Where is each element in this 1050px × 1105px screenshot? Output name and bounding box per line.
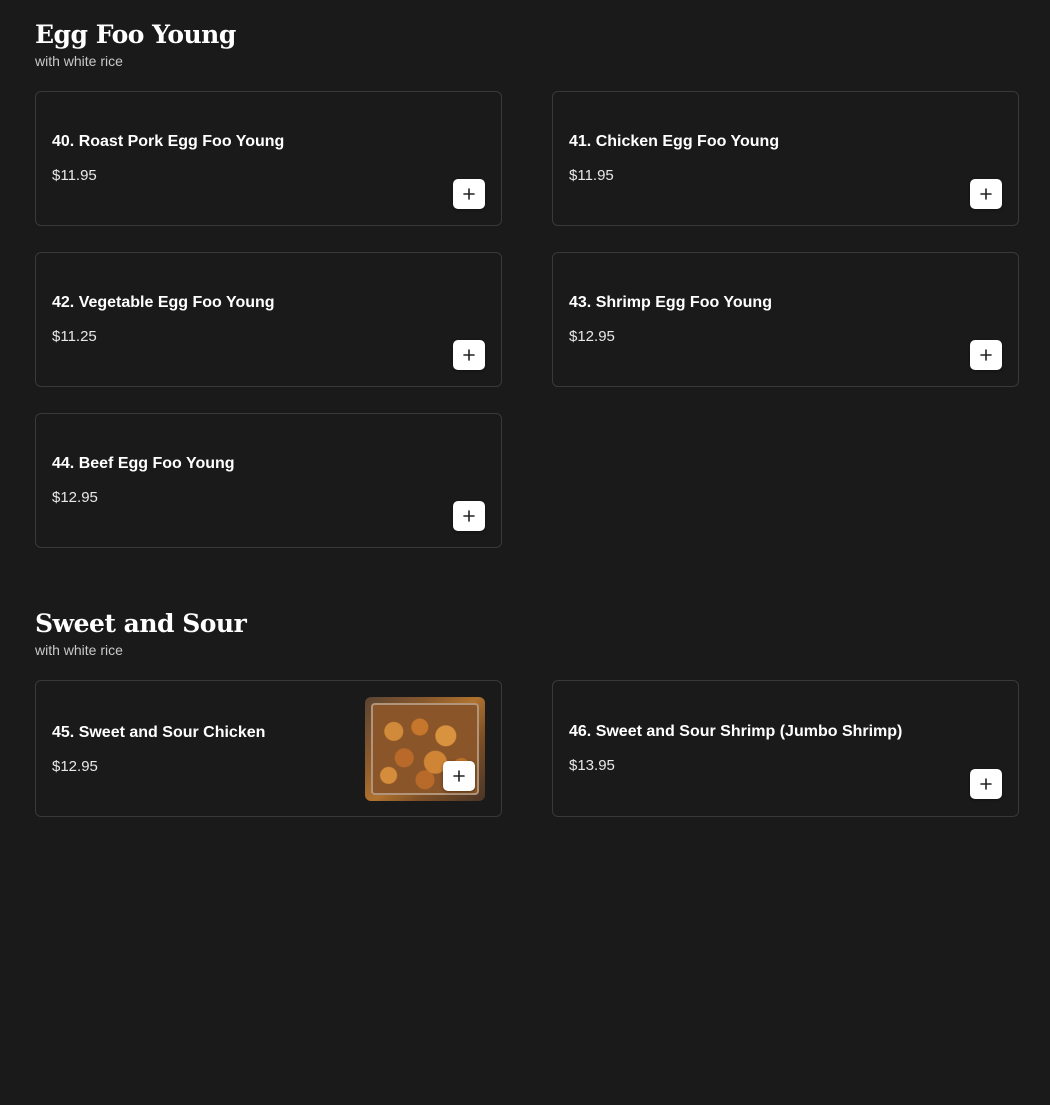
menu-item-card[interactable]: 43. Shrimp Egg Foo Young $12.95	[552, 252, 1019, 387]
menu-item-name: 40. Roast Pork Egg Foo Young	[52, 133, 285, 150]
plus-icon	[980, 778, 992, 790]
plus-icon	[453, 770, 465, 782]
section-title: Egg Foo Young	[35, 20, 236, 49]
menu-item-card[interactable]: 45. Sweet and Sour Chicken $12.95	[35, 680, 502, 817]
add-to-cart-button[interactable]	[443, 761, 475, 791]
menu-item-price: $11.95	[569, 167, 614, 184]
menu-item-price: $11.95	[52, 167, 97, 184]
plus-icon	[463, 188, 475, 200]
section-subtitle: with white rice	[35, 642, 123, 658]
menu-item-card[interactable]: 44. Beef Egg Foo Young $12.95	[35, 413, 502, 548]
menu-item-price: $13.95	[569, 757, 615, 774]
add-to-cart-button[interactable]	[453, 340, 485, 370]
menu-item-card[interactable]: 46. Sweet and Sour Shrimp (Jumbo Shrimp)…	[552, 680, 1019, 817]
add-to-cart-button[interactable]	[970, 179, 1002, 209]
menu-item-name: 41. Chicken Egg Foo Young	[569, 133, 780, 150]
menu-section-sweet-and-sour: Sweet and Sour with white rice 45. Sweet…	[35, 609, 1021, 817]
menu-item-name: 43. Shrimp Egg Foo Young	[569, 294, 772, 311]
menu-section-egg-foo-young: Egg Foo Young with white rice 40. Roast …	[35, 20, 1021, 548]
menu-item-card[interactable]: 41. Chicken Egg Foo Young $11.95	[552, 91, 1019, 226]
plus-icon	[980, 188, 992, 200]
section-subtitle: with white rice	[35, 53, 123, 69]
plus-icon	[463, 349, 475, 361]
menu-item-name: 46. Sweet and Sour Shrimp (Jumbo Shrimp)	[569, 723, 903, 740]
menu-item-price: $12.95	[52, 758, 98, 775]
menu-item-name: 42. Vegetable Egg Foo Young	[52, 294, 275, 311]
add-to-cart-button[interactable]	[970, 340, 1002, 370]
menu-item-photo	[365, 697, 485, 801]
add-to-cart-button[interactable]	[453, 179, 485, 209]
add-to-cart-button[interactable]	[970, 769, 1002, 799]
section-title: Sweet and Sour	[35, 609, 247, 638]
menu-item-card[interactable]: 42. Vegetable Egg Foo Young $11.25	[35, 252, 502, 387]
menu-item-price: $12.95	[569, 328, 615, 345]
menu-item-card[interactable]: 40. Roast Pork Egg Foo Young $11.95	[35, 91, 502, 226]
plus-icon	[980, 349, 992, 361]
menu-item-price: $11.25	[52, 328, 97, 345]
menu-item-name: 45. Sweet and Sour Chicken	[52, 724, 266, 741]
menu-item-name: 44. Beef Egg Foo Young	[52, 455, 235, 472]
menu-item-price: $12.95	[52, 489, 98, 506]
add-to-cart-button[interactable]	[453, 501, 485, 531]
plus-icon	[463, 510, 475, 522]
